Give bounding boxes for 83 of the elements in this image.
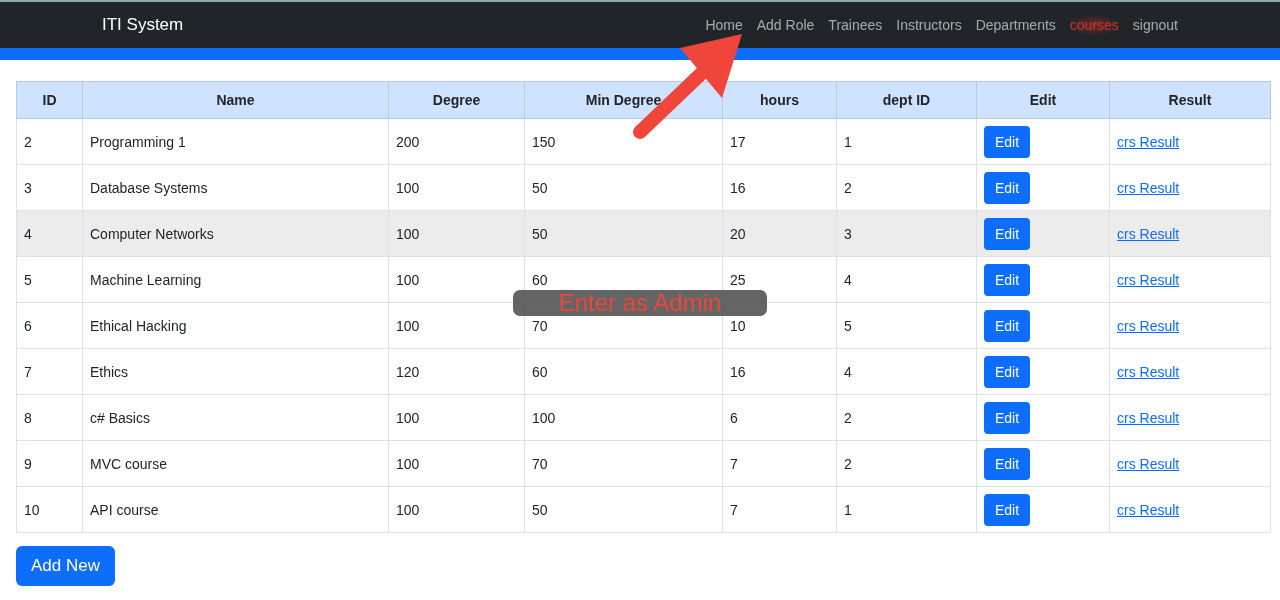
- table-cell: 2: [836, 164, 977, 211]
- table-cell: 100: [388, 486, 525, 533]
- table-cell: 16: [722, 164, 837, 211]
- edit-button[interactable]: Edit: [984, 263, 1031, 296]
- nav-link[interactable]: courses: [1069, 15, 1119, 35]
- table-cell: 100: [524, 394, 723, 441]
- table-cell: 7: [16, 348, 83, 395]
- table-cell: 120: [388, 348, 525, 395]
- table-cell: 17: [722, 118, 837, 165]
- table-cell: 5: [836, 302, 977, 349]
- table-cell: Ethical Hacking: [82, 302, 389, 349]
- table-cell: 2: [836, 440, 977, 487]
- nav-link[interactable]: Departments: [975, 15, 1056, 35]
- result-link[interactable]: crs Result: [1117, 317, 1180, 334]
- table-cell: Programming 1: [82, 118, 389, 165]
- table-cell: 2: [16, 118, 83, 165]
- edit-button[interactable]: Edit: [984, 493, 1031, 526]
- table-cell: 50: [524, 486, 723, 533]
- nav-link[interactable]: signout: [1132, 15, 1178, 35]
- edit-button[interactable]: Edit: [984, 217, 1031, 250]
- add-new-button[interactable]: Add New: [16, 546, 115, 586]
- table-cell: 6: [16, 302, 83, 349]
- table-cell: 3: [836, 210, 977, 257]
- table-cell: 60: [524, 348, 723, 395]
- nav-link[interactable]: Trainees: [828, 15, 883, 35]
- edit-button[interactable]: Edit: [984, 125, 1031, 158]
- table-cell: 100: [388, 440, 525, 487]
- table-cell: 7: [722, 486, 837, 533]
- table-cell: 3: [16, 164, 83, 211]
- table-cell: MVC course: [82, 440, 389, 487]
- result-link[interactable]: crs Result: [1117, 225, 1180, 242]
- result-link[interactable]: crs Result: [1117, 363, 1180, 380]
- column-header: hours: [722, 81, 837, 119]
- column-header: Result: [1109, 81, 1271, 119]
- nav-link[interactable]: Instructors: [896, 15, 962, 35]
- column-header: dept ID: [836, 81, 977, 119]
- table-cell: 1: [836, 118, 977, 165]
- edit-button[interactable]: Edit: [984, 447, 1031, 480]
- result-link[interactable]: crs Result: [1117, 501, 1180, 518]
- table-cell: 20: [722, 210, 837, 257]
- table-cell: 200: [388, 118, 525, 165]
- table-cell: 7: [722, 440, 837, 487]
- table-cell: c# Basics: [82, 394, 389, 441]
- edit-button[interactable]: Edit: [984, 401, 1031, 434]
- table-cell: Machine Learning: [82, 256, 389, 303]
- table-cell: Database Systems: [82, 164, 389, 211]
- table-cell: API course: [82, 486, 389, 533]
- table-cell: 100: [388, 164, 525, 211]
- brand-title[interactable]: ITI System: [102, 15, 184, 35]
- table-cell: Ethics: [82, 348, 389, 395]
- annotation-label: Enter as Admin: [513, 290, 767, 316]
- table-cell: 9: [16, 440, 83, 487]
- result-link[interactable]: crs Result: [1117, 409, 1180, 426]
- table-cell: 5: [16, 256, 83, 303]
- edit-button[interactable]: Edit: [984, 355, 1031, 388]
- edit-button[interactable]: Edit: [984, 309, 1031, 342]
- nav-link[interactable]: Add Role: [756, 15, 815, 35]
- result-link[interactable]: crs Result: [1117, 455, 1180, 472]
- table-cell: 10: [16, 486, 83, 533]
- table-cell: 100: [388, 394, 525, 441]
- nav-link[interactable]: Home: [705, 15, 743, 35]
- table-cell: 70: [524, 440, 723, 487]
- column-header: Edit: [976, 81, 1110, 119]
- table-cell: 100: [388, 210, 525, 257]
- table-cell: 150: [524, 118, 723, 165]
- table-cell: 6: [722, 394, 837, 441]
- column-header: ID: [16, 81, 83, 119]
- table-cell: 8: [16, 394, 83, 441]
- result-link[interactable]: crs Result: [1117, 133, 1180, 150]
- table-cell: 4: [836, 256, 977, 303]
- result-link[interactable]: crs Result: [1117, 271, 1180, 288]
- table-cell: 4: [836, 348, 977, 395]
- table-cell: 50: [524, 164, 723, 211]
- table-cell: Computer Networks: [82, 210, 389, 257]
- edit-button[interactable]: Edit: [984, 171, 1031, 204]
- table-cell: 16: [722, 348, 837, 395]
- table-cell: 4: [16, 210, 83, 257]
- table-cell: 1: [836, 486, 977, 533]
- result-link[interactable]: crs Result: [1117, 179, 1180, 196]
- column-header: Name: [82, 81, 389, 119]
- column-header: Degree: [388, 81, 525, 119]
- table-cell: 2: [836, 394, 977, 441]
- table-cell: 50: [524, 210, 723, 257]
